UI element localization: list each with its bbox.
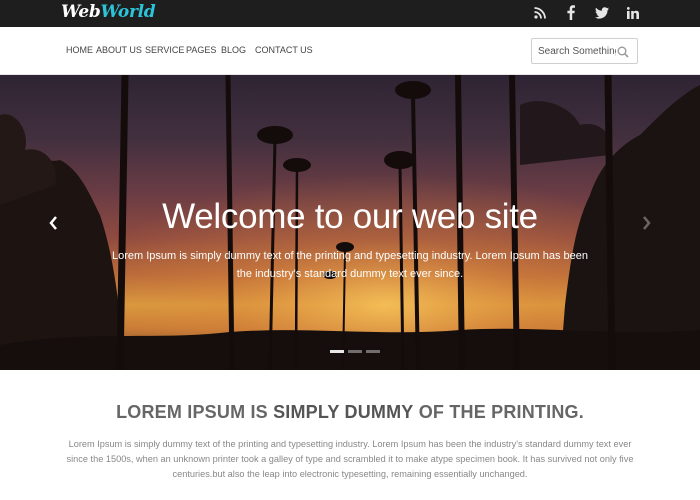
- logo-part-2: World: [100, 2, 156, 22]
- section-title-pre: LOREM IPSUM IS: [116, 402, 274, 422]
- search-icon[interactable]: [617, 45, 629, 63]
- slide-indicator-3[interactable]: [366, 350, 380, 353]
- slider-indicators: [330, 350, 380, 353]
- slide-indicator-1[interactable]: [330, 350, 344, 353]
- rss-icon[interactable]: [533, 4, 547, 21]
- nav-item-blog[interactable]: BLOG: [221, 45, 255, 55]
- nav-item-service[interactable]: SERVICE: [145, 45, 186, 55]
- section-title: LOREM IPSUM IS SIMPLY DUMMY OF THE PRINT…: [0, 402, 700, 423]
- section-title-post: OF THE PRINTING.: [413, 402, 584, 422]
- hero-title: Welcome to our web site: [162, 197, 538, 236]
- hero-slider: Welcome to our web site Lorem Ipsum is s…: [0, 75, 700, 370]
- nav-item-home[interactable]: HOME: [66, 45, 96, 55]
- social-links: [533, 4, 640, 21]
- facebook-icon[interactable]: [564, 4, 578, 21]
- slide-indicator-2[interactable]: [348, 350, 362, 353]
- top-bar: WebWorld: [0, 0, 700, 27]
- section-title-bold: SIMPLY DUMMY: [273, 402, 414, 422]
- nav-item-about-us[interactable]: ABOUT US: [96, 45, 145, 55]
- nav-menu: HOME ABOUT US SERVICE PAGES BLOG CONTACT…: [66, 45, 315, 55]
- twitter-icon[interactable]: [595, 4, 609, 21]
- section-text: Lorem Ipsum is simply dummy text of the …: [66, 439, 634, 479]
- search-input[interactable]: [538, 45, 616, 57]
- nav-item-pages[interactable]: PAGES: [186, 45, 221, 55]
- linkedin-icon[interactable]: [626, 4, 640, 21]
- logo[interactable]: WebWorld: [61, 2, 156, 22]
- logo-part-1: Web: [61, 2, 101, 22]
- search-box: [531, 38, 638, 64]
- hero-subtitle: Lorem Ipsum is simply dummy text of the …: [111, 250, 589, 280]
- nav-item-contact-us[interactable]: CONTACT US: [255, 45, 315, 55]
- main-navigation: HOME ABOUT US SERVICE PAGES BLOG CONTACT…: [0, 27, 700, 75]
